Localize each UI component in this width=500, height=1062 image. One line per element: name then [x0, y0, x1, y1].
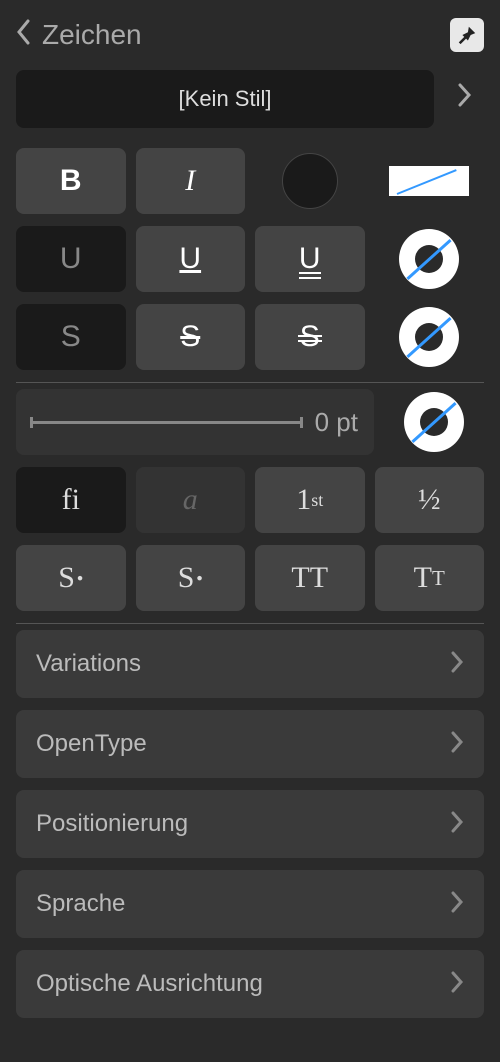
fill-circle-icon [282, 153, 338, 209]
variations-nav[interactable]: Variations [16, 630, 484, 698]
chevron-right-icon [450, 648, 464, 680]
bold-button[interactable]: B [16, 148, 126, 214]
underline-double-button[interactable]: U [255, 226, 365, 292]
panel-title: Zeichen [42, 19, 142, 51]
language-label: Sprache [36, 890, 125, 918]
strike-double-button[interactable]: S [255, 304, 365, 370]
panel-content: [Kein Stil] B I U U U S S S 0 pt fi [0, 62, 500, 1046]
outline-color-button[interactable] [384, 389, 484, 455]
pin-button[interactable] [450, 18, 484, 52]
feature-row-1: fi a 1st ½ [16, 467, 484, 533]
color-wheel-icon [399, 307, 459, 367]
optical-label: Optische Ausrichtung [36, 970, 263, 998]
ligature-button[interactable]: fi [16, 467, 126, 533]
chevron-right-icon [450, 808, 464, 840]
positioning-nav[interactable]: Positionierung [16, 790, 484, 858]
text-style-button[interactable]: [Kein Stil] [16, 70, 434, 128]
strike-row: S S S [16, 304, 484, 370]
ordinal-button[interactable]: 1st [255, 467, 365, 533]
header-left: Zeichen [16, 19, 142, 52]
strike-single-button[interactable]: S [136, 304, 246, 370]
subscript-button[interactable]: S● [136, 545, 246, 611]
back-icon[interactable] [16, 19, 32, 52]
highlight-rect-icon [389, 166, 469, 196]
positioning-label: Positionierung [36, 810, 188, 838]
underline-row: U U U [16, 226, 484, 292]
optical-alignment-nav[interactable]: Optische Ausrichtung [16, 950, 484, 1018]
strike-none-button[interactable]: S [16, 304, 126, 370]
stylistic-alt-button[interactable]: a [136, 467, 246, 533]
superscript-button[interactable]: S● [16, 545, 126, 611]
divider [16, 623, 484, 624]
fraction-button[interactable]: ½ [375, 467, 485, 533]
format-row-1: B I [16, 148, 484, 214]
smallcaps-button[interactable]: TT [375, 545, 485, 611]
allcaps-button[interactable]: TT [255, 545, 365, 611]
divider [16, 382, 484, 383]
strike-color-button[interactable] [375, 304, 485, 370]
panel-header: Zeichen [0, 0, 500, 62]
strike-single-label: S [180, 320, 200, 354]
opentype-nav[interactable]: OpenType [16, 710, 484, 778]
underline-single-button[interactable]: U [136, 226, 246, 292]
opentype-label: OpenType [36, 730, 147, 758]
color-wheel-icon [399, 229, 459, 289]
language-nav[interactable]: Sprache [16, 870, 484, 938]
strike-double-label: S [300, 320, 320, 354]
chevron-right-icon [450, 968, 464, 1000]
text-style-label: [Kein Stil] [179, 86, 272, 112]
outline-row: 0 pt [16, 389, 484, 455]
variations-label: Variations [36, 650, 141, 678]
underline-none-label: U [60, 242, 82, 276]
chevron-right-icon [450, 728, 464, 760]
underline-none-button[interactable]: U [16, 226, 126, 292]
text-style-row: [Kein Stil] [16, 70, 484, 128]
outline-value: 0 pt [315, 407, 358, 438]
underline-color-button[interactable] [375, 226, 485, 292]
feature-row-2: S● S● TT TT [16, 545, 484, 611]
strike-none-label: S [61, 320, 81, 354]
style-more-icon[interactable] [444, 82, 484, 116]
color-wheel-icon [404, 392, 464, 452]
italic-button[interactable]: I [136, 148, 246, 214]
background-color-swatch[interactable] [375, 148, 485, 214]
chevron-right-icon [450, 888, 464, 920]
slider-track-icon [32, 421, 301, 424]
underline-single-label: U [179, 242, 201, 276]
outline-slider[interactable]: 0 pt [16, 389, 374, 455]
fill-color-swatch[interactable] [255, 148, 365, 214]
underline-double-label: U [299, 242, 321, 276]
